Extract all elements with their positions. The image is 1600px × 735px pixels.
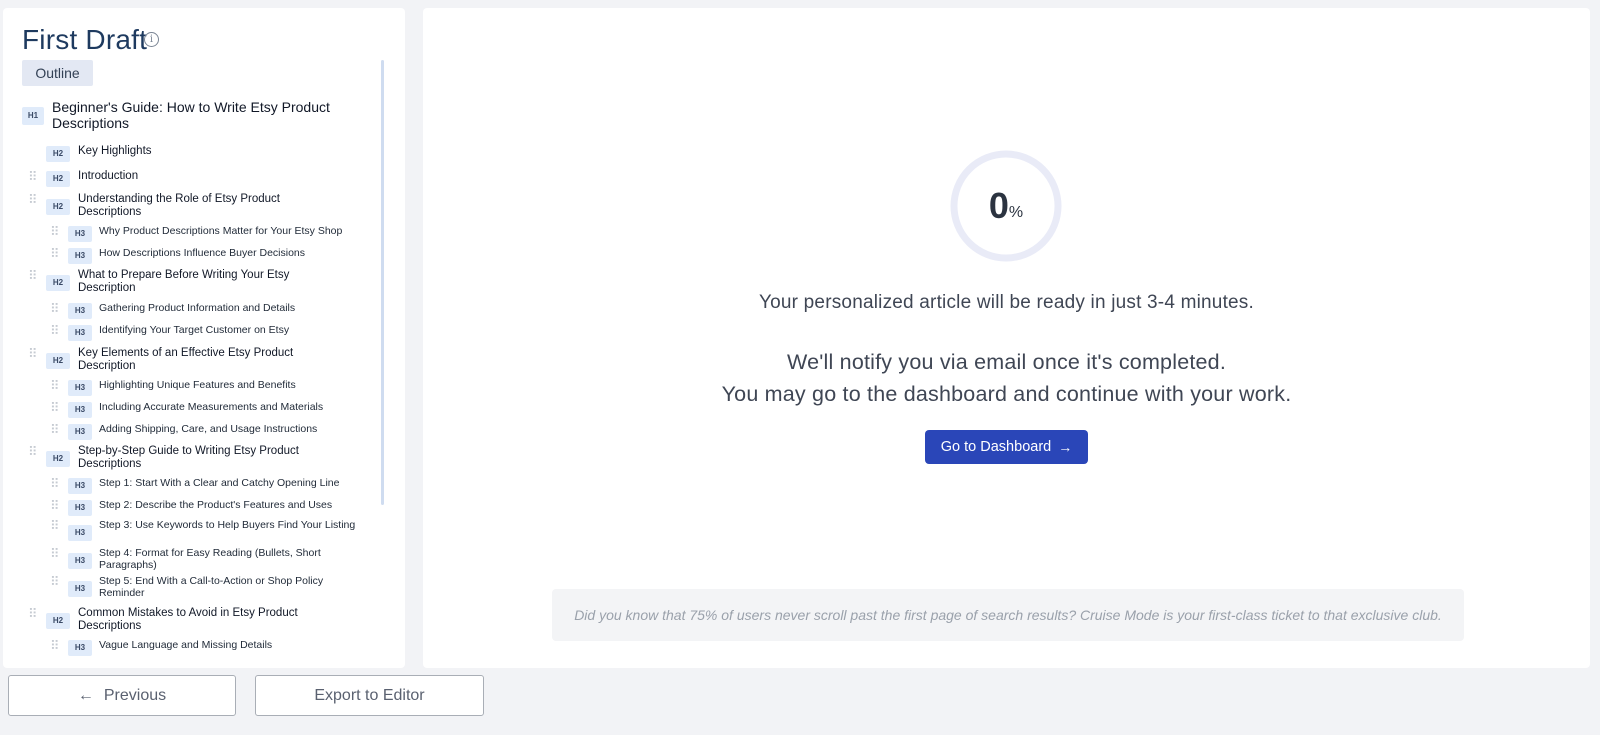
heading-level-tag: H2 [46,146,70,162]
outline-item-text: Beginner's Guide: How to Write Etsy Prod… [52,99,330,131]
go-to-dashboard-label: Go to Dashboard [940,439,1052,455]
notify-message: We'll notify you via email once it's com… [786,350,1227,374]
outline-item-text: Key Elements of an Effective Etsy Produc… [78,347,294,372]
drag-handle-icon[interactable] [50,402,58,413]
drag-handle-icon[interactable] [28,608,36,619]
heading-level-tag: H1 [22,107,44,125]
heading-level-tag: H3 [68,402,92,418]
heading-level-tag: H2 [46,613,70,629]
drag-handle-icon[interactable] [50,548,58,559]
outline-panel: First Draft i Outline H1 Beginner's Guide… [3,8,405,668]
heading-level-tag: H2 [46,275,70,291]
outline-item-text: Step-by-Step Guide to Writing Etsy Produ… [78,445,299,470]
heading-level-tag: H3 [68,248,92,264]
outline-item-text: How Descriptions Influence Buyer Decisio… [99,247,306,259]
drag-handle-icon[interactable] [28,348,36,359]
outline-item-text: Identifying Your Target Customer on Etsy [99,324,290,336]
heading-level-tag: H3 [68,525,92,541]
heading-level-tag: H3 [68,303,92,319]
heading-level-tag: H3 [68,325,92,341]
outline-item-text: Vague Language and Missing Details [99,639,273,651]
drag-handle-icon[interactable] [50,424,58,435]
heading-level-tag: H3 [68,424,92,440]
heading-level-tag: H2 [46,171,70,187]
drag-handle-icon[interactable] [28,194,36,205]
heading-level-tag: H3 [68,640,92,656]
outline-item-text: Step 1: Start With a Clear and Catchy Op… [99,477,340,489]
heading-level-tag: H3 [68,500,92,516]
previous-label: Previous [103,686,167,704]
heading-level-tag: H3 [68,380,92,396]
drag-handle-icon[interactable] [50,226,58,237]
outline-item-text: Introduction [78,170,139,182]
drag-handle-icon[interactable] [50,303,58,314]
go-to-dashboard-button[interactable]: Go to Dashboard → [925,430,1088,464]
outline-item-text: Step 5: End With a Call-to-Action or Sho… [99,575,324,599]
previous-button[interactable]: ← Previous [8,675,236,716]
outline-item-text: What to Prepare Before Writing Your Etsy… [78,269,290,294]
arrow-right-icon: → [1058,439,1073,455]
heading-level-tag: H2 [46,451,70,467]
progress-label: 0 % [950,150,1062,262]
drag-handle-icon[interactable] [50,478,58,489]
heading-level-tag: H2 [46,353,70,369]
heading-level-tag: H3 [68,226,92,242]
progress-unit: % [1008,204,1024,221]
outline-item-text: Step 4: Format for Easy Reading (Bullets… [99,547,321,571]
drag-handle-icon[interactable] [28,446,36,457]
outline-item-text: Understanding the Role of Etsy Product D… [78,193,281,218]
progress-value: 0 [988,185,1009,226]
outline-item-text: Key Highlights [78,145,152,157]
export-to-editor-button[interactable]: Export to Editor [255,675,484,716]
drag-handle-icon[interactable] [50,640,58,651]
drag-handle-icon[interactable] [50,325,58,336]
continue-message: You may go to the dashboard and continue… [721,382,1292,406]
heading-level-tag: H3 [68,581,92,597]
export-to-editor-label: Export to Editor [314,686,425,704]
ready-message: Your personalized article will be ready … [759,292,1254,313]
heading-level-tag: H2 [46,199,70,215]
outline-list: H1 Beginner's Guide: How to Write Etsy Pr… [3,8,405,668]
arrow-left-icon: ← [77,686,94,704]
outline-item-text: Common Mistakes to Avoid in Etsy Product… [78,607,298,632]
outline-item-text: Gathering Product Information and Detail… [99,302,296,314]
drag-handle-icon[interactable] [28,270,36,281]
drag-handle-icon[interactable] [50,248,58,259]
tip-box: Did you know that 75% of users never scr… [552,589,1464,641]
outline-item-text: Highlighting Unique Features and Benefit… [99,379,296,391]
generation-status-panel: 0 % Your personalized article will be re… [423,8,1590,668]
heading-level-tag: H3 [68,553,92,569]
tip-text: Did you know that 75% of users never scr… [574,607,1442,623]
drag-handle-icon[interactable] [50,576,58,587]
outline-item-text: Step 3: Use Keywords to Help Buyers Find… [99,519,356,531]
outline-item-text: Step 2: Describe the Product's Features … [99,499,333,511]
heading-level-tag: H3 [68,478,92,494]
drag-handle-icon[interactable] [50,380,58,391]
drag-handle-icon[interactable] [50,500,58,511]
outline-item-text: Adding Shipping, Care, and Usage Instruc… [99,423,318,435]
drag-handle-icon[interactable] [28,171,36,182]
drag-handle-icon[interactable] [50,520,58,531]
outline-item-text: Why Product Descriptions Matter for Your… [99,225,343,237]
outline-item-text: Including Accurate Measurements and Mate… [99,401,324,413]
